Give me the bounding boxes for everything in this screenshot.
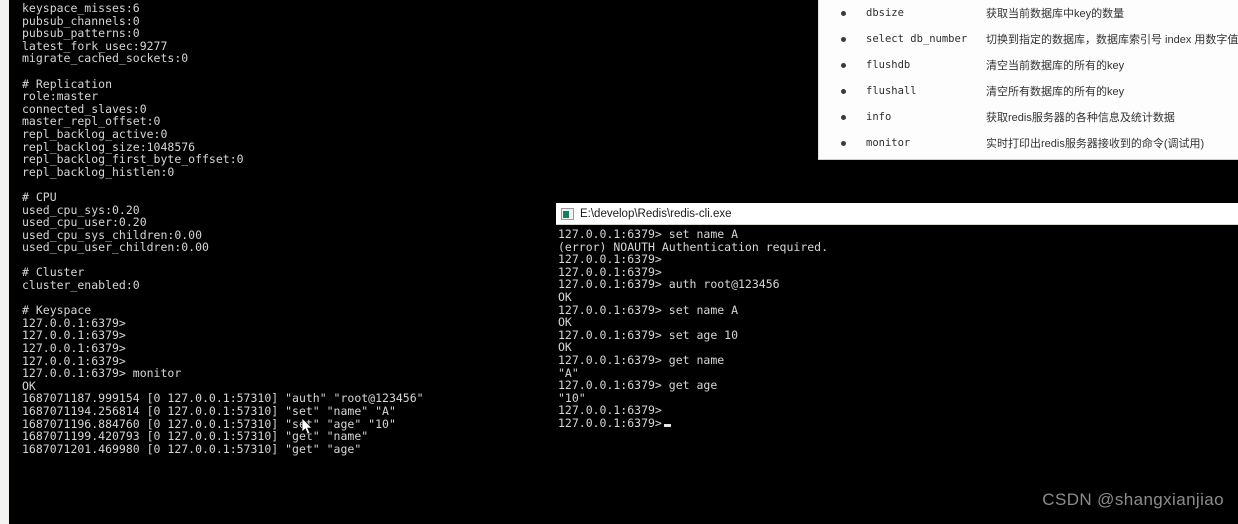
console-line: used_cpu_user_children:0.00 [22, 240, 209, 255]
console-line: role:master [22, 89, 99, 104]
console-line: 1687071201.469980 [0 127.0.0.1:57310] "g… [22, 441, 362, 456]
console-line: 1687071199.420793 [0 127.0.0.1:57310] "g… [22, 429, 369, 444]
command-description: 获取redis服务器的各种信息及统计数据 [986, 112, 1175, 124]
cli-line: 127.0.0.1:6379> set name A [558, 302, 739, 317]
command-name: monitor [866, 137, 911, 149]
command-reference-row: dbsize 获取当前数据库中key的数量 [819, 0, 1238, 26]
redis-cli-window[interactable]: E:\develop\Redis\redis-cli.exe 127.0.0.1… [556, 203, 1238, 524]
redis-monitor-output: keyspace_misses:6 pubsub_channels:0 pubsub… [22, 2, 556, 455]
cli-line: 127.0.0.1:6379> set name A [558, 227, 739, 241]
command-description: 实时打印出redis服务器接收到的命令(调试用) [986, 138, 1205, 150]
command-name: dbsize [866, 7, 904, 19]
command-reference-row: flushall 清空所有数据库的所有的key [819, 78, 1238, 104]
redis-monitor-console[interactable]: keyspace_misses:6 pubsub_channels:0 pubsub… [0, 0, 556, 524]
console-line: # Replication [22, 76, 113, 91]
cli-line: 127.0.0.1:6379> get age [558, 378, 718, 393]
console-line: used_cpu_user:0.20 [22, 215, 147, 230]
command-name: select db_number [866, 33, 968, 45]
redis-cli-output: 127.0.0.1:6379> set name A (error) NOAUTH… [558, 228, 1238, 430]
console-line: pubsub_patterns:0 [22, 26, 140, 41]
console-line: 127.0.0.1:6379> monitor [22, 366, 182, 381]
console-line: repl_backlog_first_byte_offset:0 [22, 152, 244, 167]
bullet-icon [841, 62, 846, 68]
csdn-watermark: CSDN @shangxianjiao [1042, 490, 1224, 509]
console-line: # Keyspace [22, 303, 92, 318]
console-line: repl_backlog_histlen:0 [22, 164, 175, 179]
command-reference-row: flushdb 清空当前数据库的所有的key [819, 52, 1238, 78]
console-line: keyspace_misses:6 [22, 1, 140, 15]
bullet-icon [841, 140, 846, 146]
command-name: info [866, 111, 892, 123]
cli-active-prompt-line[interactable]: 127.0.0.1:6379> [558, 417, 1238, 430]
command-reference-row: info 获取redis服务器的各种信息及统计数据 [819, 104, 1238, 130]
bullet-icon [841, 10, 846, 16]
console-line: cluster_enabled:0 [22, 278, 140, 293]
console-line: 1687071194.256814 [0 127.0.0.1:57310] "s… [22, 404, 396, 418]
bullet-icon [841, 36, 846, 42]
console-line: 127.0.0.1:6379> [22, 341, 126, 356]
cli-line: 127.0.0.1:6379> [558, 252, 662, 267]
bullet-icon [841, 88, 846, 94]
cli-line: 127.0.0.1:6379> set age 10 [558, 327, 739, 342]
cli-line: OK [558, 289, 572, 304]
command-name: flushdb [866, 59, 911, 71]
command-description: 清空当前数据库的所有的key [986, 60, 1125, 72]
console-icon [561, 207, 574, 220]
cli-prompt: 127.0.0.1:6379> [558, 415, 662, 430]
bullet-icon [841, 114, 846, 120]
command-description: 切换到指定的数据库，数据库索引号 index 用数字值指定， [986, 34, 1238, 46]
redis-cli-titlebar[interactable]: E:\develop\Redis\redis-cli.exe [556, 203, 1238, 225]
console-line: repl_backlog_active:0 [22, 126, 168, 141]
console-line: migrate_cached_sockets:0 [22, 51, 189, 66]
console-left-edge [0, 0, 9, 524]
cli-text-caret [663, 423, 671, 427]
command-reference-row: monitor 实时打印出redis服务器接收到的命令(调试用) [819, 130, 1238, 156]
cli-line: OK [558, 315, 572, 330]
cli-line: 127.0.0.1:6379> auth root@123456 [558, 277, 780, 292]
cli-line: 127.0.0.1:6379> get name [558, 352, 725, 367]
command-reference-row: select db_number 切换到指定的数据库，数据库索引号 index 用… [819, 26, 1238, 52]
command-description: 获取当前数据库中key的数量 [986, 8, 1125, 20]
redis-command-reference-panel: dbsize 获取当前数据库中key的数量 select db_number 切换到指… [818, 0, 1238, 160]
console-line: # CPU [22, 189, 57, 204]
command-name: flushall [866, 85, 917, 97]
command-description: 清空所有数据库的所有的key [986, 86, 1125, 98]
window-title: E:\develop\Redis\redis-cli.exe [580, 207, 732, 220]
